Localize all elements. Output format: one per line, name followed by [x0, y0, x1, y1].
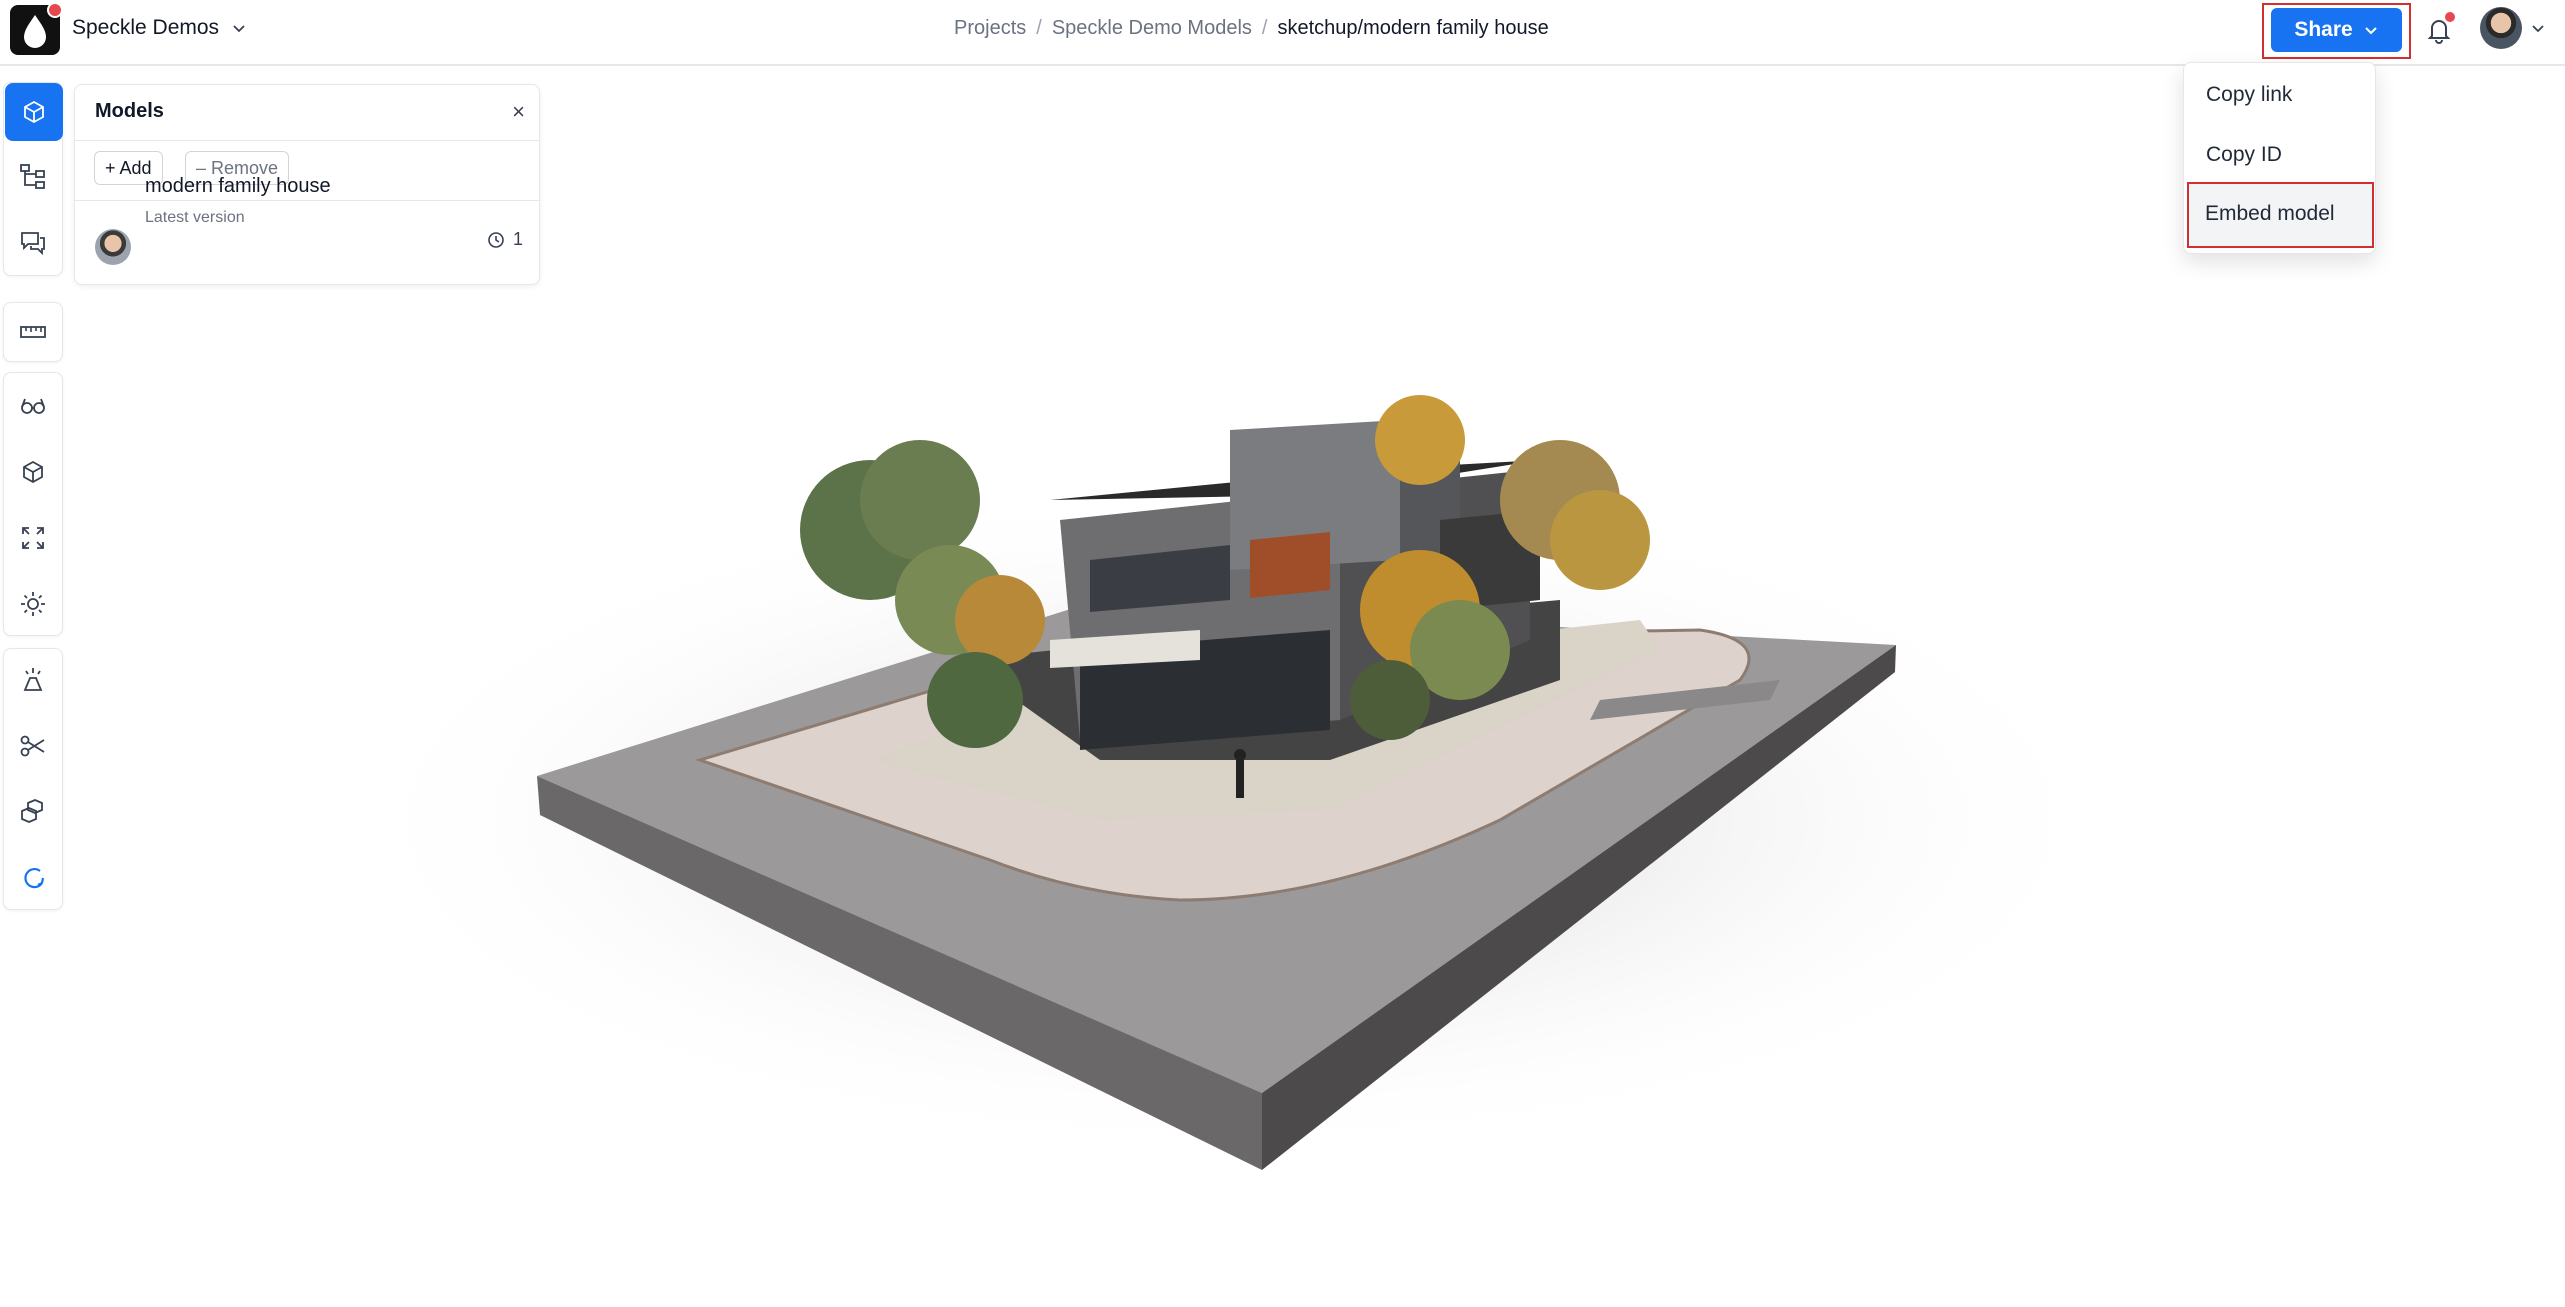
- speckle-automate-button[interactable]: [4, 849, 62, 907]
- toolbar-group-3: [3, 372, 63, 636]
- breadcrumb: Projects / Speckle Demo Models / sketchu…: [954, 17, 1549, 40]
- workspace-switcher[interactable]: Speckle Demos: [72, 16, 247, 40]
- model-version-count[interactable]: 1: [487, 229, 523, 250]
- sun-icon: [21, 592, 45, 616]
- divider: [75, 200, 539, 201]
- menu-item-copy-link[interactable]: Copy link: [2206, 83, 2292, 107]
- perspective-cube-icon: [23, 460, 43, 484]
- notification-dot: [47, 2, 63, 18]
- hierarchy-icon: [20, 164, 45, 189]
- menu-item-embed-model-label: Embed model: [2205, 202, 2335, 225]
- share-button-label: Share: [2294, 18, 2353, 41]
- model-author-avatar: [95, 229, 131, 265]
- toolbar-group-1: [3, 82, 63, 276]
- ruler-icon: [20, 326, 46, 338]
- models-panel-title: Models: [95, 100, 164, 122]
- close-icon[interactable]: ×: [512, 99, 525, 125]
- toolbar-group-4: [3, 648, 63, 910]
- explode-icon: [23, 668, 43, 691]
- divider: [75, 140, 539, 141]
- breadcrumb-separator: /: [1036, 17, 1042, 39]
- model-name: modern family house: [145, 175, 331, 197]
- menu-item-copy-id[interactable]: Copy ID: [2206, 143, 2282, 167]
- model-version-label: Latest version: [145, 209, 245, 226]
- scissors-icon: [20, 735, 45, 757]
- zoom-extents-button[interactable]: [4, 509, 62, 567]
- cubes-icon: [21, 799, 43, 823]
- cube-icon: [24, 100, 44, 124]
- breadcrumb-model: sketchup/modern family house: [1277, 17, 1549, 39]
- top-navigation-bar: Speckle Demos Projects / Speckle Demo Mo…: [0, 0, 2565, 66]
- models-panel: Models × + Add – Remove modern family ho…: [74, 84, 540, 285]
- breadcrumb-project[interactable]: Speckle Demo Models: [1052, 17, 1252, 40]
- comments-icon: [21, 232, 45, 256]
- chevron-down-icon: [2532, 25, 2544, 33]
- light-controls-button[interactable]: [4, 575, 62, 633]
- scene-explorer-button[interactable]: [4, 147, 62, 205]
- glasses-icon: [21, 398, 45, 414]
- notification-badge: [2445, 12, 2455, 22]
- discussions-button[interactable]: [4, 213, 62, 271]
- notifications-button[interactable]: [2422, 12, 2456, 47]
- clock-icon: [488, 231, 504, 248]
- toolbar-group-2: [3, 302, 63, 362]
- measure-button[interactable]: [4, 303, 62, 361]
- chevron-down-icon: [233, 25, 245, 33]
- workspace-name: Speckle Demos: [72, 16, 220, 39]
- share-button[interactable]: Share: [2271, 8, 2402, 52]
- version-count-value: 1: [512, 229, 523, 249]
- menu-item-embed-model[interactable]: Embed model: [2187, 182, 2374, 248]
- filters-button[interactable]: [4, 783, 62, 841]
- models-tool-button[interactable]: [5, 83, 63, 141]
- expand-icon: [22, 527, 44, 549]
- views-button[interactable]: [4, 377, 62, 435]
- user-avatar: [2480, 7, 2522, 49]
- speckle-logo-icon: [24, 868, 45, 889]
- user-menu[interactable]: [2480, 7, 2546, 49]
- breadcrumb-separator: /: [1261, 17, 1268, 39]
- speckle-logo-icon[interactable]: [10, 2, 63, 55]
- projection-button[interactable]: [4, 443, 62, 501]
- section-box-button[interactable]: [4, 717, 62, 775]
- explode-button[interactable]: [4, 651, 62, 709]
- breadcrumb-projects[interactable]: Projects: [954, 17, 1026, 40]
- chevron-down-icon: [2364, 27, 2377, 35]
